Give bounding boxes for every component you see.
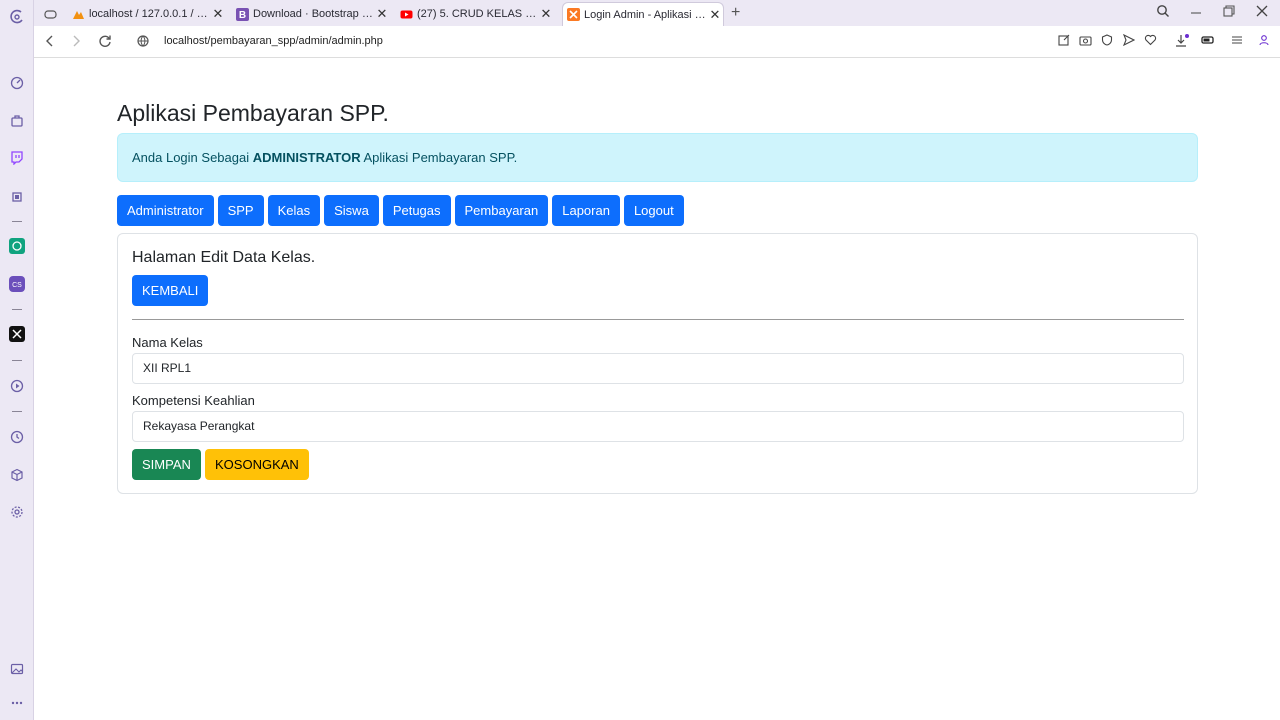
close-tab-icon[interactable]: ✕ bbox=[707, 7, 723, 23]
browser-sidebar: CS bbox=[0, 0, 34, 720]
settings-icon[interactable] bbox=[8, 503, 26, 521]
page-viewport: Aplikasi Pembayaran SPP. Anda Login Seba… bbox=[34, 58, 1280, 720]
menu-icon[interactable] bbox=[1231, 34, 1243, 49]
svg-text:B: B bbox=[239, 10, 246, 21]
back-icon[interactable] bbox=[44, 34, 56, 51]
tab-title: localhost / 127.0.0.1 / db_s bbox=[89, 8, 210, 20]
search-tabs-icon[interactable] bbox=[1156, 4, 1170, 21]
divider bbox=[132, 319, 1184, 320]
nav-siswa-button[interactable]: Siswa bbox=[324, 195, 379, 226]
new-tab-icon[interactable]: + bbox=[731, 4, 740, 22]
camera-icon[interactable] bbox=[1079, 34, 1092, 49]
sidebar-separator bbox=[12, 309, 22, 310]
youtube-icon bbox=[400, 8, 413, 21]
workspaces-icon bbox=[44, 8, 57, 21]
tab-workspaces[interactable] bbox=[40, 2, 64, 26]
alert-prefix: Anda Login Sebagai bbox=[132, 150, 250, 165]
nav-pembayaran-button[interactable]: Pembayaran bbox=[454, 195, 549, 226]
close-tab-icon[interactable]: ✕ bbox=[210, 6, 226, 22]
tab-title: Download · Bootstrap v5.3 bbox=[253, 8, 374, 20]
nav-kelas-button[interactable]: Kelas bbox=[267, 195, 321, 226]
kompetensi-keahlian-input[interactable]: Rekayasa Perangkat bbox=[132, 411, 1184, 442]
speed-dial-icon[interactable] bbox=[8, 74, 26, 92]
browser-logo-icon[interactable] bbox=[8, 8, 26, 26]
wallpaper-icon[interactable] bbox=[8, 660, 26, 678]
nama-kelas-input[interactable]: XII RPL1 bbox=[132, 353, 1184, 384]
nama-kelas-label: Nama Kelas bbox=[132, 335, 203, 350]
chatgpt-icon[interactable] bbox=[8, 237, 26, 255]
svg-text:CS: CS bbox=[12, 282, 22, 289]
profile-icon[interactable] bbox=[1258, 34, 1270, 49]
twitch-icon[interactable] bbox=[8, 149, 26, 167]
chip-icon[interactable] bbox=[8, 188, 26, 206]
restore-icon[interactable] bbox=[1223, 4, 1235, 20]
nav-spp-button[interactable]: SPP bbox=[217, 195, 264, 226]
close-tab-icon[interactable]: ✕ bbox=[538, 6, 554, 22]
shield-icon[interactable] bbox=[1101, 34, 1113, 49]
tab-title: (27) 5. CRUD KELAS - APLI bbox=[417, 8, 538, 20]
tab-phpmyadmin[interactable]: localhost / 127.0.0.1 / db_s ✕ bbox=[68, 2, 226, 26]
kosongkan-button[interactable]: KOSONGKAN bbox=[205, 449, 309, 480]
sidebar-separator bbox=[12, 221, 22, 222]
tab-login-admin[interactable]: Login Admin - Aplikasi Pem ✕ bbox=[562, 2, 724, 26]
forward-icon[interactable] bbox=[70, 34, 82, 51]
battery-icon[interactable] bbox=[1201, 34, 1216, 49]
more-icon[interactable] bbox=[8, 694, 26, 712]
alert-suffix: Aplikasi Pembayaran SPP. bbox=[363, 150, 518, 165]
bootstrap-icon: B bbox=[236, 7, 249, 21]
card-title: Halaman Edit Data Kelas. bbox=[132, 249, 316, 266]
address-bar: localhost/pembayaran_spp/admin/admin.php bbox=[34, 26, 1280, 58]
edit-icon[interactable] bbox=[1058, 34, 1070, 49]
tab-youtube[interactable]: (27) 5. CRUD KELAS - APLI ✕ bbox=[396, 2, 554, 26]
bag-icon[interactable] bbox=[8, 112, 26, 130]
tab-bootstrap[interactable]: B Download · Bootstrap v5.3 ✕ bbox=[232, 2, 390, 26]
main-nav: Administrator SPP Kelas Siswa Petugas Pe… bbox=[117, 195, 684, 226]
login-info-alert: Anda Login Sebagai ADMINISTRATOR Aplikas… bbox=[117, 133, 1198, 182]
edit-kelas-card: Halaman Edit Data Kelas. KEMBALI Nama Ke… bbox=[117, 233, 1198, 494]
url-field[interactable]: localhost/pembayaran_spp/admin/admin.php bbox=[164, 35, 383, 47]
nav-logout-button[interactable]: Logout bbox=[623, 195, 684, 226]
download-icon[interactable] bbox=[1175, 34, 1189, 51]
xampp-icon bbox=[567, 8, 580, 21]
alert-role: ADMINISTRATOR bbox=[252, 150, 361, 165]
kompetensi-keahlian-label: Kompetensi Keahlian bbox=[132, 393, 255, 408]
minimize-icon[interactable] bbox=[1190, 2, 1202, 19]
phpmyadmin-icon bbox=[72, 8, 85, 21]
nav-laporan-button[interactable]: Laporan bbox=[552, 195, 620, 226]
close-tab-icon[interactable]: ✕ bbox=[374, 6, 390, 22]
sidebar-separator bbox=[12, 360, 22, 361]
back-button[interactable]: KEMBALI bbox=[132, 275, 209, 306]
page-title: Aplikasi Pembayaran SPP. bbox=[117, 100, 389, 126]
send-icon[interactable] bbox=[1122, 33, 1136, 49]
sidebar-separator bbox=[12, 411, 22, 412]
reload-icon[interactable] bbox=[98, 34, 112, 51]
heart-icon[interactable] bbox=[1144, 34, 1157, 49]
x-twitter-icon[interactable] bbox=[8, 325, 26, 343]
cube-icon[interactable] bbox=[8, 466, 26, 484]
tab-bar: localhost / 127.0.0.1 / db_s ✕ B Downloa… bbox=[34, 0, 1280, 26]
simpan-button[interactable]: SIMPAN bbox=[132, 449, 201, 480]
nav-petugas-button[interactable]: Petugas bbox=[382, 195, 451, 226]
site-info-icon[interactable] bbox=[136, 34, 150, 51]
cs-app-icon[interactable]: CS bbox=[8, 275, 26, 293]
tab-title: Login Admin - Aplikasi Pem bbox=[584, 8, 707, 21]
player-icon[interactable] bbox=[8, 377, 26, 395]
history-icon[interactable] bbox=[8, 428, 26, 446]
nav-administrator-button[interactable]: Administrator bbox=[117, 195, 214, 226]
close-window-icon[interactable] bbox=[1256, 4, 1268, 20]
